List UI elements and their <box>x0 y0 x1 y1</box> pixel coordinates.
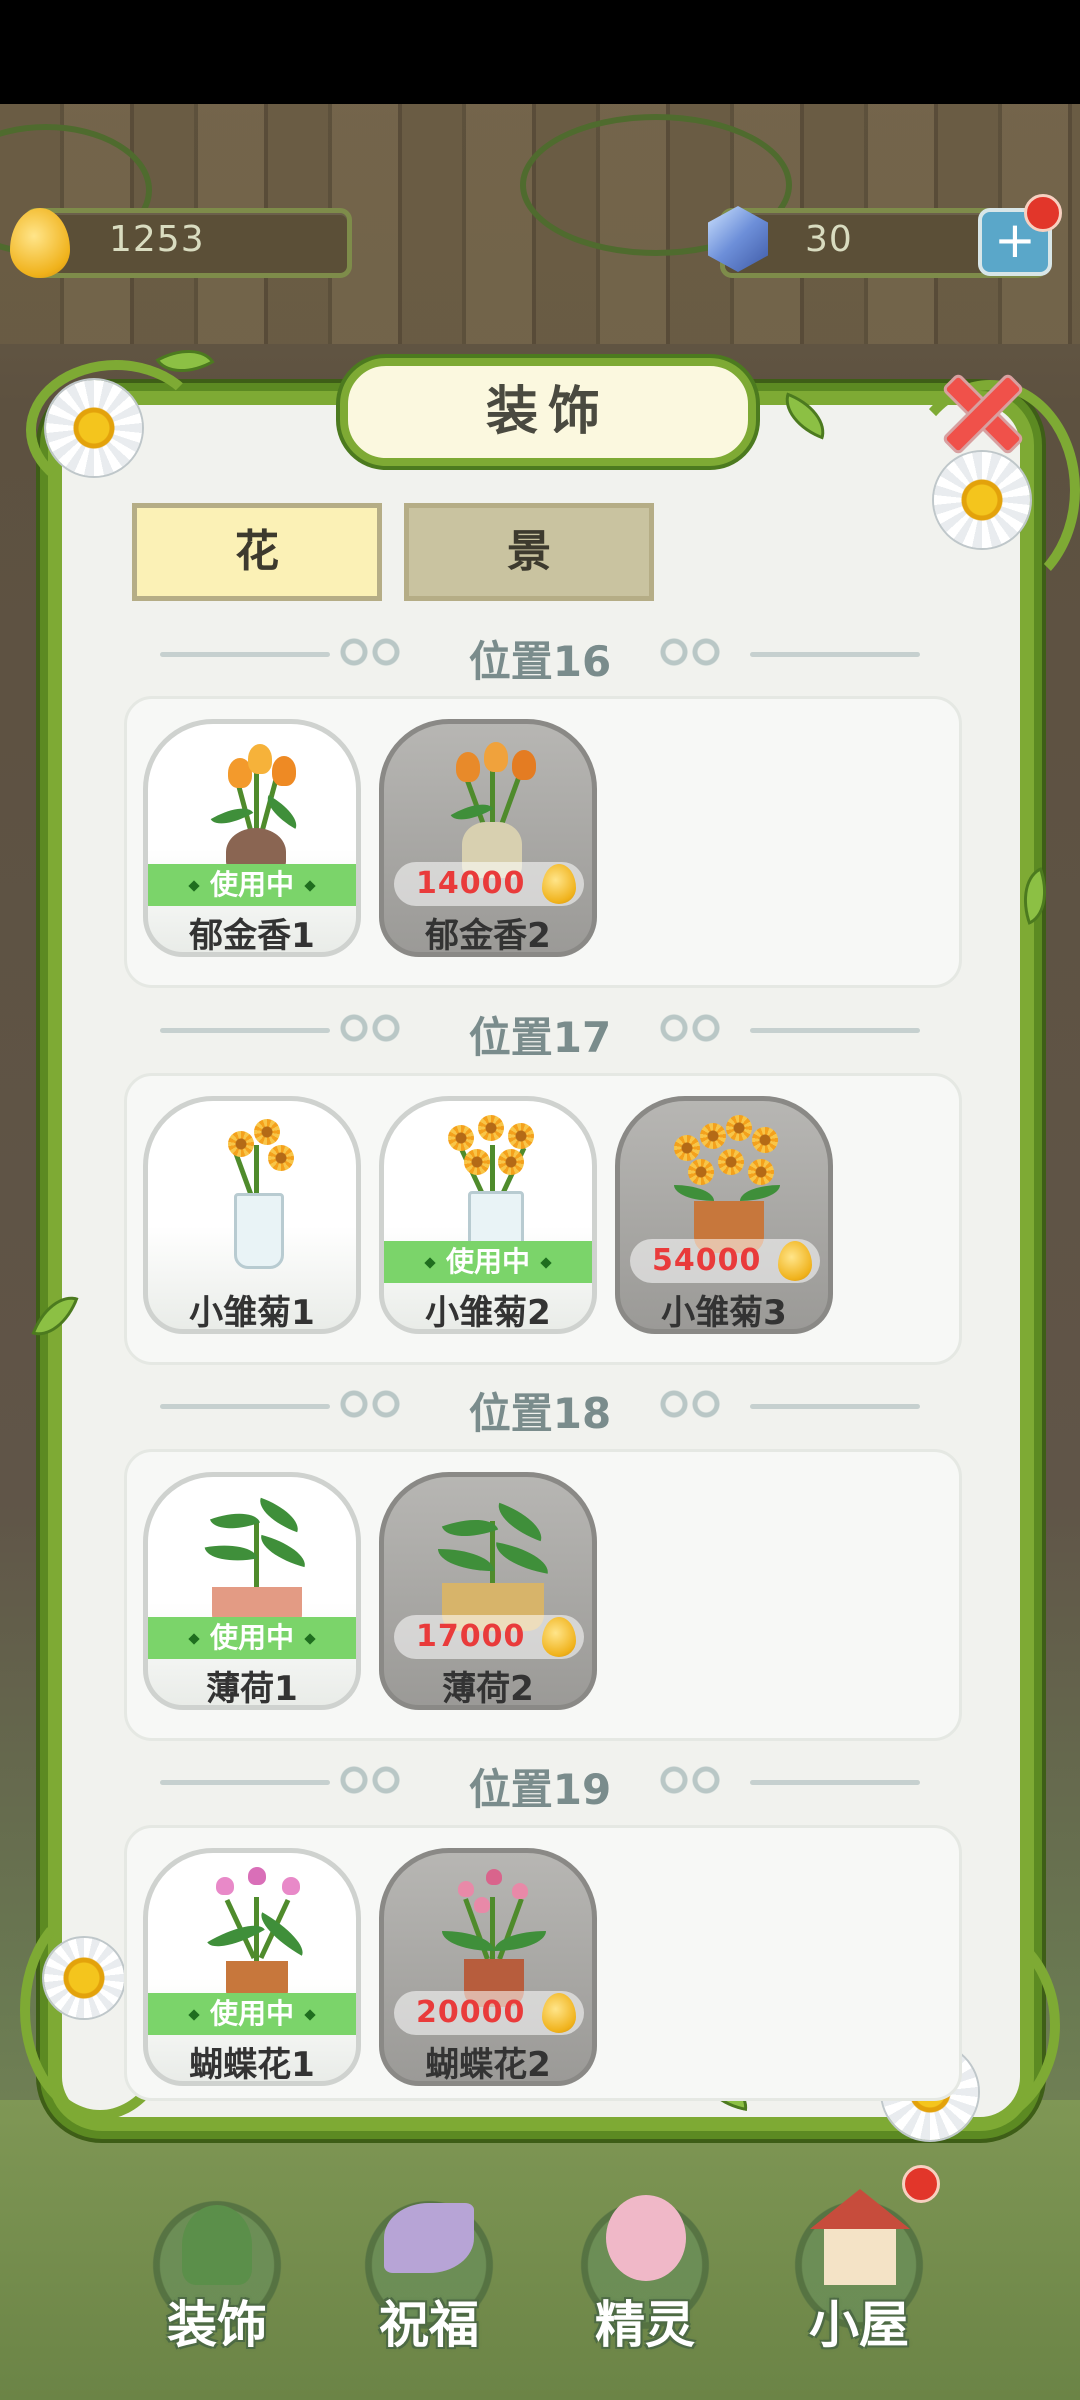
in-use-badge: 使用中 <box>148 1993 356 2035</box>
notification-dot <box>1024 194 1062 232</box>
nav-blessing[interactable]: 祝福 <box>344 2185 514 2355</box>
daisy-flower-decoration <box>44 1938 124 2018</box>
card-name: 小雏菊3 <box>661 1293 787 1333</box>
section-header: 位置18 <box>120 1374 960 1438</box>
status-bar <box>0 0 1080 104</box>
gem-count: 30 <box>805 219 853 260</box>
butterfly-icon <box>384 2203 474 2273</box>
item-group: 使用中 蝴蝶花1 20000 蝴蝶花2 <box>124 1825 962 2101</box>
card-name: 郁金香1 <box>189 916 315 956</box>
fairy-icon <box>606 2195 686 2281</box>
section-title: 位置18 <box>468 1389 612 1438</box>
nav-label: 精灵 <box>595 2296 695 2354</box>
section-header: 位置19 <box>120 1750 960 1814</box>
water-drop-icon <box>542 864 576 904</box>
daisy-flower-decoration <box>46 380 142 476</box>
item-group: 使用中 郁金香1 14000 郁金香2 <box>124 696 962 988</box>
card-name: 小雏菊2 <box>425 1293 551 1333</box>
card-name: 蝴蝶花1 <box>189 2045 315 2085</box>
daisy-vase-icon <box>192 1115 322 1269</box>
decor-card[interactable]: 小雏菊1 <box>143 1096 361 1334</box>
mint-pot-icon <box>192 1491 322 1631</box>
butterfly-orchid-pot-icon <box>192 1867 322 2007</box>
butterfly-flower-pot-icon <box>428 1867 558 2007</box>
section-header: 位置16 <box>120 622 960 686</box>
card-name: 郁金香2 <box>425 916 551 956</box>
tab-scenery[interactable]: 景 <box>404 503 654 601</box>
water-drop-icon <box>542 1617 576 1657</box>
section-header: 位置17 <box>120 998 960 1062</box>
decor-card[interactable]: 使用中 薄荷1 <box>143 1472 361 1710</box>
card-name: 小雏菊1 <box>189 1293 315 1333</box>
section-title: 位置17 <box>468 1013 612 1062</box>
decor-card[interactable]: 20000 蝴蝶花2 <box>379 1848 597 2086</box>
decor-card[interactable]: 14000 郁金香2 <box>379 719 597 957</box>
daisy-jar-icon <box>428 1115 558 1267</box>
water-currency-bar: 1253 <box>24 208 352 278</box>
in-use-badge: 使用中 <box>148 864 356 906</box>
price-tag: 14000 <box>394 862 584 906</box>
tulip-pot-icon <box>192 738 322 878</box>
section-title: 位置16 <box>468 637 612 686</box>
nav-decoration[interactable]: 装饰 <box>132 2185 302 2355</box>
decor-card[interactable]: 17000 薄荷2 <box>379 1472 597 1710</box>
decor-card[interactable]: 使用中 郁金香1 <box>143 719 361 957</box>
decor-card[interactable]: 54000 小雏菊3 <box>615 1096 833 1334</box>
tulip-vase-icon <box>428 738 558 878</box>
card-name: 薄荷1 <box>206 1669 298 1709</box>
item-group: 使用中 薄荷1 17000 薄荷2 <box>124 1449 962 1741</box>
price-tag: 20000 <box>394 1991 584 2035</box>
plant-icon <box>182 2205 252 2285</box>
water-count: 1253 <box>109 219 205 260</box>
close-button[interactable] <box>940 370 1020 450</box>
in-use-badge: 使用中 <box>384 1241 592 1283</box>
decor-card[interactable]: 使用中 小雏菊2 <box>379 1096 597 1334</box>
nav-cottage[interactable]: 小屋 <box>774 2185 944 2355</box>
card-name: 蝴蝶花2 <box>425 2045 551 2085</box>
nav-label: 小屋 <box>809 2296 909 2354</box>
notification-dot <box>902 2165 940 2203</box>
price-tag: 54000 <box>630 1239 820 1283</box>
nav-label: 祝福 <box>379 2296 479 2354</box>
panel-title: 装饰 <box>340 358 756 466</box>
card-name: 薄荷2 <box>442 1669 534 1709</box>
in-use-badge: 使用中 <box>148 1617 356 1659</box>
daisy-flower-decoration <box>934 452 1030 548</box>
nav-fairy[interactable]: 精灵 <box>560 2185 730 2355</box>
daisy-pot-icon <box>664 1115 794 1255</box>
house-wall <box>824 2229 896 2285</box>
section-title: 位置19 <box>468 1765 612 1814</box>
water-drop-icon <box>542 1993 576 2033</box>
item-group: 小雏菊1 使用中 小雏菊2 54000 小雏菊3 <box>124 1073 962 1365</box>
tab-flowers[interactable]: 花 <box>132 503 382 601</box>
mint-pot-icon <box>428 1491 558 1631</box>
water-drop-icon <box>778 1241 812 1281</box>
price-tag: 17000 <box>394 1615 584 1659</box>
decor-card[interactable]: 使用中 蝴蝶花1 <box>143 1848 361 2086</box>
nav-label: 装饰 <box>167 2296 267 2354</box>
